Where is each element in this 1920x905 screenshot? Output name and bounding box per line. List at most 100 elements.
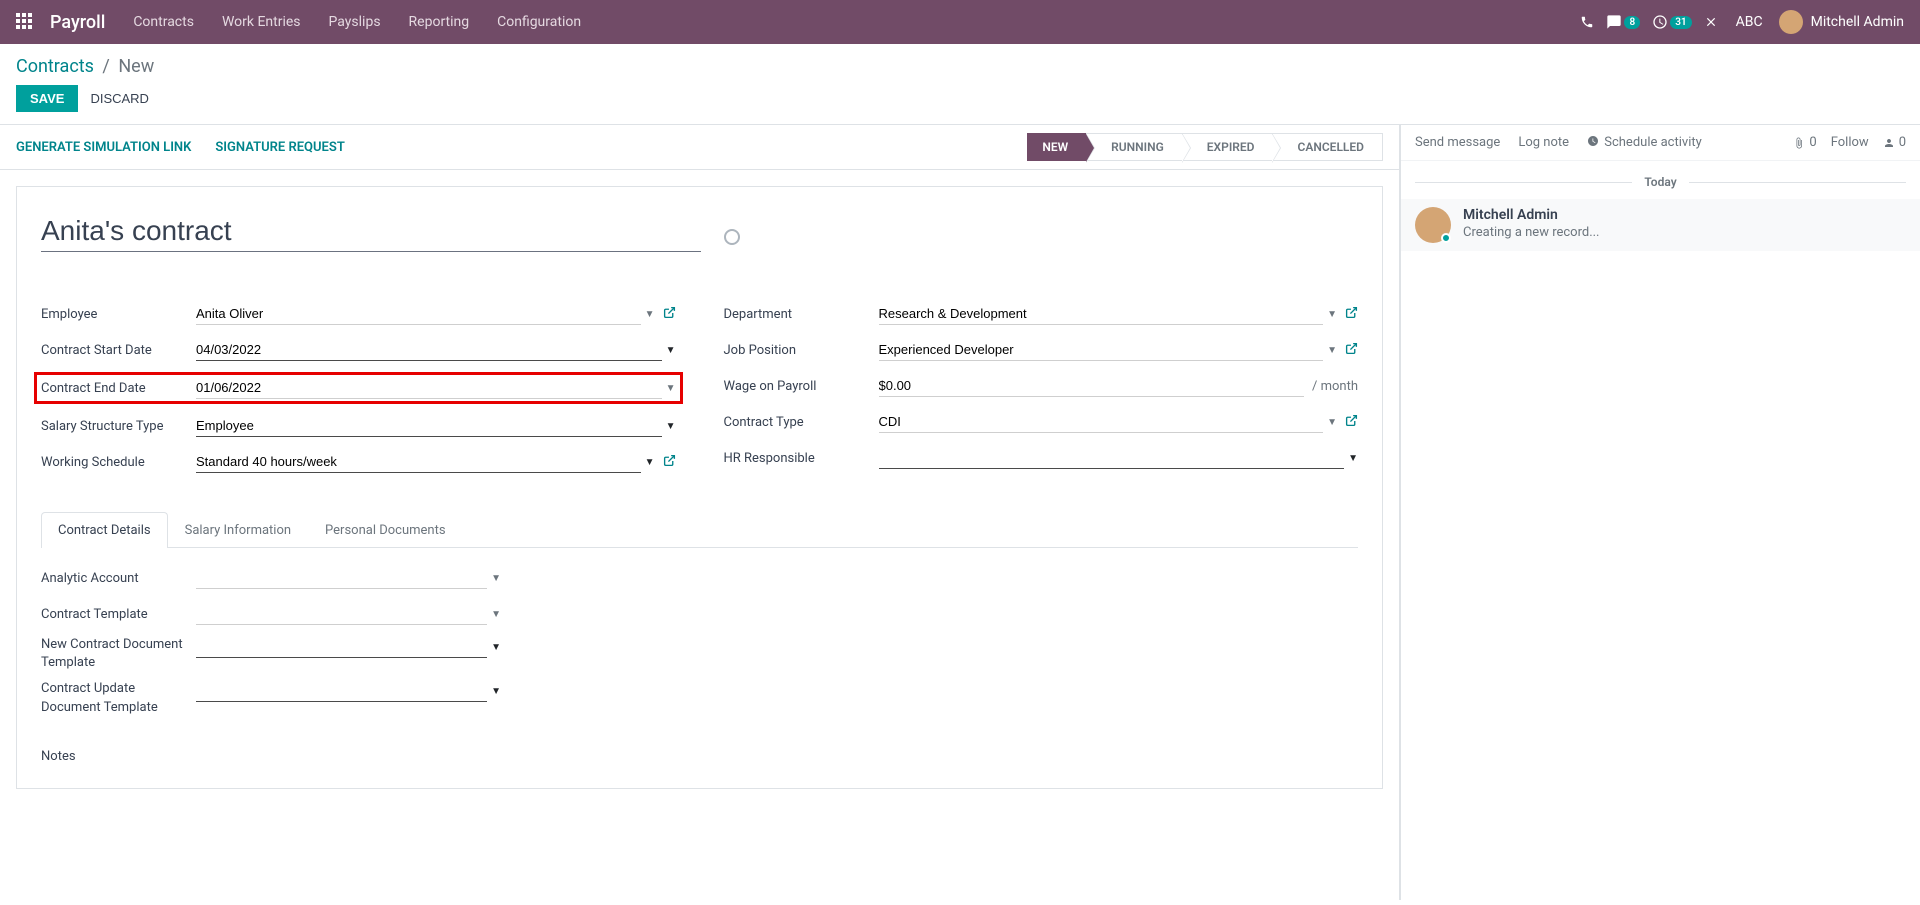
department-input[interactable] [879,303,1324,325]
chatter-message: Mitchell Admin Creating a new record... [1401,199,1920,251]
chevron-down-icon[interactable]: ▼ [491,573,501,584]
chat-badge: 8 [1624,16,1640,29]
end-date-label: Contract End Date [41,381,196,396]
contract-template-input[interactable] [196,603,487,625]
control-panel: SAVE DISCARD [0,81,1920,124]
contract-name-input[interactable] [41,211,701,252]
external-link-icon[interactable] [1345,414,1358,431]
chevron-down-icon[interactable]: ▼ [1327,309,1337,320]
job-position-input[interactable] [879,339,1324,361]
employee-label: Employee [41,307,196,322]
chevron-down-icon[interactable]: ▼ [666,421,676,432]
analytic-account-input[interactable] [196,567,487,589]
chevron-down-icon[interactable]: ▼ [645,457,655,468]
tab-personal-documents[interactable]: Personal Documents [308,512,463,548]
employee-input[interactable] [196,303,641,325]
contract-type-label: Contract Type [724,415,879,430]
message-text: Creating a new record... [1463,225,1600,240]
nav-contracts[interactable]: Contracts [133,14,194,30]
working-schedule-label: Working Schedule [41,455,196,470]
wage-label: Wage on Payroll [724,379,879,394]
generate-simulation-link-button[interactable]: GENERATE SIMULATION LINK [16,140,191,155]
log-note-button[interactable]: Log note [1518,135,1569,150]
chevron-down-icon[interactable]: ▼ [645,309,655,320]
chevron-down-icon[interactable]: ▼ [1327,417,1337,428]
followers-button[interactable]: 0 [1883,135,1906,150]
nav-configuration[interactable]: Configuration [497,14,581,30]
breadcrumb: Contracts / New [0,44,1920,81]
contract-update-doc-template-label: Contract Update Document Template [41,680,196,716]
chevron-down-icon[interactable]: ▼ [666,345,676,356]
chevron-down-icon[interactable]: ▼ [1327,345,1337,356]
tab-salary-information[interactable]: Salary Information [168,512,308,548]
notebook-tabs: Contract Details Salary Information Pers… [41,512,1358,548]
hr-responsible-label: HR Responsible [724,451,879,466]
follow-button[interactable]: Follow [1831,135,1869,150]
start-date-input[interactable] [196,339,662,361]
analytic-account-label: Analytic Account [41,571,196,586]
status-expired[interactable]: EXPIRED [1182,133,1274,161]
company-name: ABC [1736,14,1763,30]
discard-button[interactable]: DISCARD [90,91,149,106]
notes-label: Notes [41,749,1358,764]
end-date-input[interactable] [196,377,662,399]
status-cancelled[interactable]: CANCELLED [1272,133,1383,161]
attachments-button[interactable]: 0 [1793,135,1816,150]
nav-reporting[interactable]: Reporting [409,14,470,30]
online-status-icon [1441,233,1451,243]
nav-payslips[interactable]: Payslips [329,14,381,30]
breadcrumb-parent[interactable]: Contracts [16,56,94,77]
message-author: Mitchell Admin [1463,207,1600,223]
end-date-row-highlighted: Contract End Date ▼ [34,372,683,404]
wage-input[interactable] [879,375,1305,397]
save-button[interactable]: SAVE [16,85,78,112]
activity-badge: 31 [1670,16,1691,29]
nav-work-entries[interactable]: Work Entries [222,14,301,30]
status-running[interactable]: RUNNING [1086,133,1183,161]
chatter: Send message Log note Schedule activity … [1400,125,1920,900]
kanban-state-icon[interactable] [724,229,740,245]
start-date-label: Contract Start Date [41,343,196,358]
status-new[interactable]: NEW [1027,133,1087,161]
department-label: Department [724,307,879,322]
navbar: Payroll Contracts Work Entries Payslips … [0,0,1920,44]
chevron-down-icon[interactable]: ▼ [491,609,501,620]
salary-structure-type-label: Salary Structure Type [41,419,196,434]
user-name[interactable]: Mitchell Admin [1811,14,1904,30]
apps-icon[interactable] [16,13,34,31]
schedule-activity-button[interactable]: Schedule activity [1587,135,1702,150]
contract-type-input[interactable] [879,411,1324,433]
external-link-icon[interactable] [663,306,676,323]
status-bar-row: GENERATE SIMULATION LINK SIGNATURE REQUE… [0,125,1399,170]
date-separator: Today [1415,175,1906,189]
chat-icon[interactable]: 8 [1606,14,1640,30]
hr-responsible-input[interactable] [879,447,1345,469]
external-link-icon[interactable] [1345,342,1358,359]
tab-contract-details[interactable]: Contract Details [41,512,168,548]
message-avatar[interactable] [1415,207,1451,243]
phone-icon[interactable] [1580,15,1594,29]
salary-structure-type-input[interactable] [196,415,662,437]
breadcrumb-current: New [118,56,154,77]
send-message-button[interactable]: Send message [1415,135,1500,150]
activity-icon[interactable]: 31 [1652,14,1691,30]
user-avatar[interactable] [1779,10,1803,34]
chevron-down-icon[interactable]: ▼ [1348,453,1358,464]
debug-icon[interactable] [1704,15,1718,29]
signature-request-button[interactable]: SIGNATURE REQUEST [215,140,344,155]
chevron-down-icon[interactable]: ▼ [491,686,501,697]
new-contract-doc-template-input[interactable] [196,636,487,658]
statusbar: NEW RUNNING EXPIRED CANCELLED [1028,133,1383,161]
external-link-icon[interactable] [1345,306,1358,323]
job-position-label: Job Position [724,343,879,358]
chevron-down-icon[interactable]: ▼ [666,383,676,394]
new-contract-doc-template-label: New Contract Document Template [41,636,196,672]
chevron-down-icon[interactable]: ▼ [491,642,501,653]
app-brand[interactable]: Payroll [50,12,105,33]
contract-update-doc-template-input[interactable] [196,680,487,702]
contract-template-label: Contract Template [41,607,196,622]
external-link-icon[interactable] [663,454,676,471]
company-switcher[interactable]: ABC [1736,14,1763,30]
working-schedule-input[interactable] [196,451,641,473]
form-sheet: Employee ▼ Contract Start Date ▼ [16,186,1383,789]
